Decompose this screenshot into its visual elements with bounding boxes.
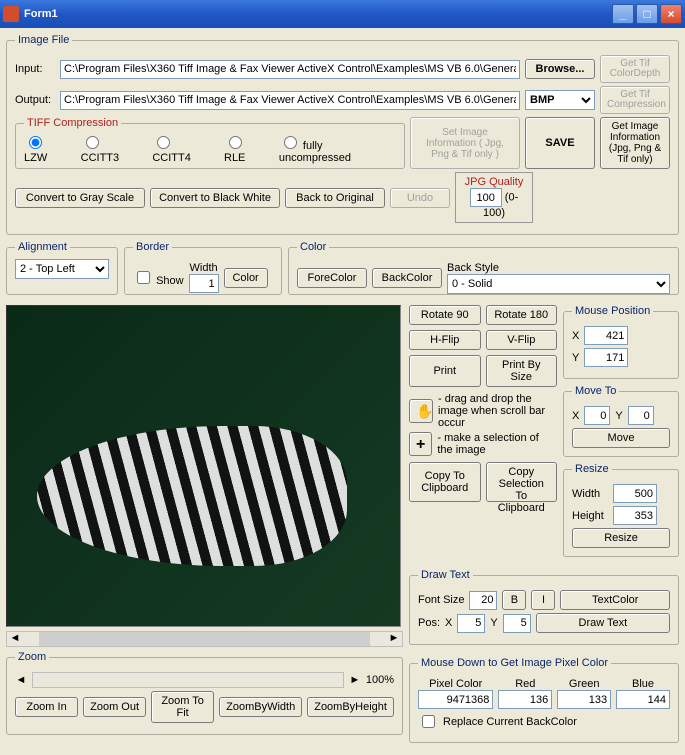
drag-icon[interactable]: ✋ (409, 399, 433, 423)
resize-group: Resize Width Height Resize (563, 463, 679, 557)
convert-bw-button[interactable]: Convert to Black White (150, 188, 280, 208)
mouse-position-group: Mouse Position X Y (563, 305, 679, 379)
image-file-group: Image File Input: Browse... Get Tif Colo… (6, 34, 679, 235)
get-tif-compression-button[interactable]: Get Tif Compression (600, 86, 670, 114)
draw-text-group: Draw Text Font Size B I TextColor Pos: X… (409, 569, 679, 645)
rotate90-button[interactable]: Rotate 90 (409, 305, 481, 325)
border-show[interactable]: Show (133, 268, 184, 287)
window-title: Form1 (24, 8, 58, 20)
backstyle-select[interactable]: 0 - Solid (447, 274, 670, 294)
select-icon[interactable]: + (409, 432, 432, 456)
tiff-compression-group: TIFF Compression LZW CCITT3 CCITT4 RLE f… (15, 117, 405, 169)
zoom-width-button[interactable]: ZoomByWidth (219, 697, 302, 717)
copy-clipboard-button[interactable]: Copy To Clipboard (409, 462, 481, 502)
alignment-select[interactable]: 2 - Top Left (15, 259, 109, 279)
undo-button[interactable]: Undo (390, 188, 450, 208)
italic-button[interactable]: I (531, 590, 555, 610)
border-width-input[interactable] (189, 274, 219, 293)
mouse-y (584, 348, 628, 367)
zoom-height-button[interactable]: ZoomByHeight (307, 697, 394, 717)
move-button[interactable]: Move (572, 428, 670, 448)
close-button[interactable]: × (660, 4, 682, 24)
rotate180-button[interactable]: Rotate 180 (486, 305, 558, 325)
zoom-slider-right[interactable]: ► (349, 674, 361, 686)
get-tif-colordepth-button[interactable]: Get Tif ColorDepth (600, 55, 670, 83)
zoom-slider[interactable] (32, 672, 344, 688)
hflip-button[interactable]: H-Flip (409, 330, 481, 350)
zoom-out-button[interactable]: Zoom Out (83, 697, 146, 717)
horizontal-scrollbar[interactable]: ◄► (6, 631, 403, 647)
move-y-input[interactable] (628, 406, 654, 425)
browse-button[interactable]: Browse... (525, 59, 595, 79)
backcolor-button[interactable]: BackColor (372, 268, 442, 288)
font-size-input[interactable] (469, 591, 497, 610)
zoom-in-button[interactable]: Zoom In (15, 697, 78, 717)
set-image-info-button[interactable]: Set Image Information ( Jpg, Png & Tif o… (410, 117, 520, 169)
copy-selection-clipboard-button[interactable]: Copy Selection To Clipboard (486, 462, 558, 502)
resize-width-input[interactable] (613, 484, 657, 503)
jpg-quality-box: JPG Quality (0-100) (455, 172, 533, 223)
draw-y-input[interactable] (503, 614, 531, 633)
output-path[interactable] (60, 91, 520, 110)
input-path[interactable] (60, 60, 520, 79)
bold-button[interactable]: B (502, 590, 526, 610)
alignment-group: Alignment 2 - Top Left (6, 241, 118, 295)
zoom-fit-button[interactable]: Zoom To Fit (151, 691, 214, 723)
border-color-button[interactable]: Color (224, 268, 268, 288)
tiff-rle[interactable]: RLE (224, 133, 269, 164)
color-group: Color ForeColor BackColor Back Style 0 -… (288, 241, 679, 295)
tiff-uncompressed[interactable]: fully uncompressed (279, 133, 396, 164)
border-group: Border Show Width Color (124, 241, 282, 295)
replace-backcolor-checkbox[interactable]: Replace Current BackColor (418, 712, 670, 731)
print-button[interactable]: Print (409, 355, 481, 387)
forecolor-button[interactable]: ForeColor (297, 268, 367, 288)
convert-gray-button[interactable]: Convert to Gray Scale (15, 188, 145, 208)
jpg-quality-input[interactable] (470, 188, 502, 207)
print-by-size-button[interactable]: Print By Size (486, 355, 558, 387)
app-icon (3, 6, 19, 22)
mouse-x (584, 326, 628, 345)
zoom-slider-left[interactable]: ◄ (15, 674, 27, 686)
format-select[interactable]: BMP (525, 90, 595, 110)
zoom-group: Zoom ◄ ► 100% Zoom In Zoom Out Zoom To F… (6, 651, 403, 735)
draw-text-button[interactable]: Draw Text (536, 613, 670, 633)
titlebar: Form1 _ □ × (0, 0, 685, 28)
move-to-group: Move To X Y Move (563, 385, 679, 457)
resize-button[interactable]: Resize (572, 528, 670, 548)
pixel-color-group: Mouse Down to Get Image Pixel Color Pixe… (409, 657, 679, 743)
tiff-ccitt4[interactable]: CCITT4 (152, 133, 214, 164)
resize-height-input[interactable] (613, 506, 657, 525)
tiff-lzw[interactable]: LZW (24, 133, 71, 164)
minimize-button[interactable]: _ (612, 4, 634, 24)
vflip-button[interactable]: V-Flip (486, 330, 558, 350)
draw-x-input[interactable] (457, 614, 485, 633)
back-original-button[interactable]: Back to Original (285, 188, 385, 208)
get-image-info-button[interactable]: Get Image Information (Jpg, Png & Tif on… (600, 117, 670, 169)
image-preview[interactable] (6, 305, 401, 627)
save-button[interactable]: SAVE (525, 117, 595, 169)
move-x-input[interactable] (584, 406, 610, 425)
text-color-button[interactable]: TextColor (560, 590, 670, 610)
tiff-ccitt3[interactable]: CCITT3 (81, 133, 143, 164)
maximize-button[interactable]: □ (636, 4, 658, 24)
